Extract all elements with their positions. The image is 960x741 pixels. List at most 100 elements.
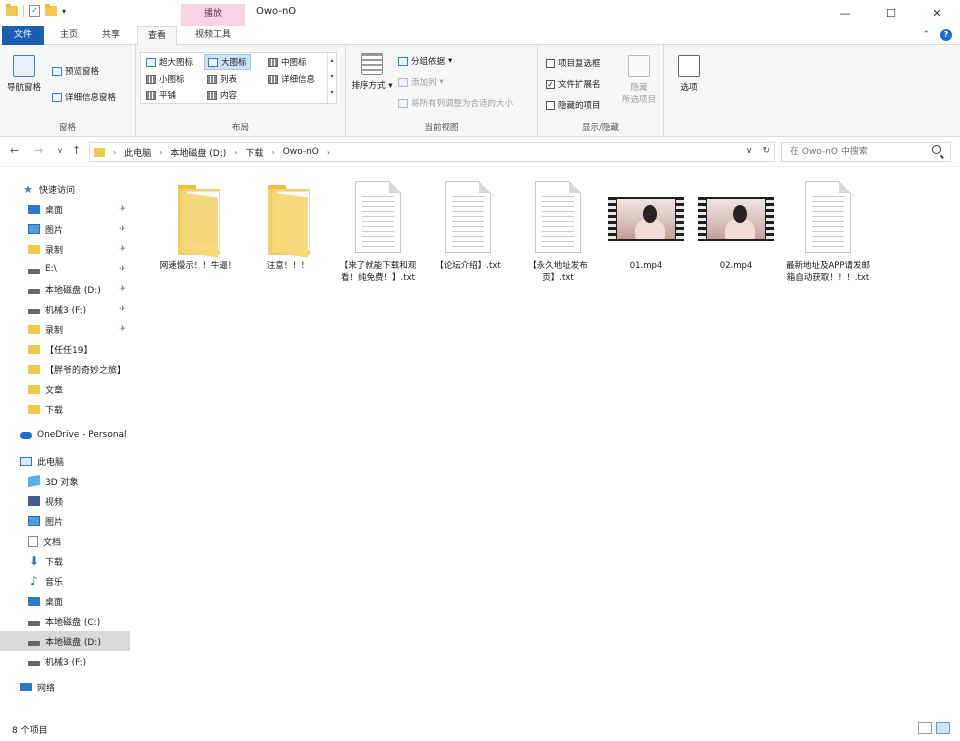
navigation-pane-button[interactable]: 导航窗格	[4, 55, 44, 93]
chevron-right-icon[interactable]: ›	[272, 148, 275, 157]
sidebar-item[interactable]: 视频	[0, 491, 130, 511]
sidebar-item[interactable]: 本地磁盘 (C:)	[0, 611, 130, 631]
sidebar-item-label: 文档	[43, 537, 62, 548]
sidebar-item[interactable]: ♪ 音乐	[0, 571, 130, 591]
help-icon[interactable]: ?	[940, 29, 952, 41]
sidebar-item[interactable]: 图片	[0, 511, 130, 531]
refresh-icon[interactable]: ↻	[762, 146, 770, 156]
pin-icon[interactable]: ✈	[119, 224, 126, 233]
sidebar-item[interactable]: 图片 ✈	[0, 219, 130, 239]
sidebar-item[interactable]: 录制 ✈	[0, 319, 130, 339]
sidebar-item[interactable]: ⬇ 下载	[0, 551, 130, 571]
sidebar-item[interactable]: 文档	[0, 531, 130, 551]
address-history-chevron-icon[interactable]: ∨	[746, 146, 753, 156]
breadcrumb-current[interactable]: Owo-nO	[283, 147, 319, 157]
new-folder-icon[interactable]	[45, 4, 57, 16]
details-pane-button[interactable]: 详细信息窗格	[52, 91, 116, 103]
file-item[interactable]: 网速慢示！！牛逼！	[154, 177, 242, 272]
layout-details[interactable]: 详细信息	[265, 72, 318, 86]
item-checkboxes-toggle[interactable]: 项目复选框	[546, 57, 601, 69]
chevron-right-icon[interactable]: ›	[234, 148, 237, 157]
file-item[interactable]: 注意！！！	[244, 177, 332, 272]
layout-gallery-scroll[interactable]: ▴ ▾ ▾	[327, 53, 336, 103]
large-icons-view-icon[interactable]	[936, 722, 950, 734]
file-item[interactable]: 01.mp4	[602, 177, 690, 272]
sidebar-item-label: 录制	[45, 325, 64, 336]
nav-quick-access[interactable]: ★ 快速访问	[0, 179, 130, 199]
chevron-right-icon[interactable]: ›	[113, 148, 116, 157]
layout-small-icons[interactable]: 小图标	[143, 72, 188, 86]
sidebar-item[interactable]: 【胖爷的奇妙之旅】	[0, 359, 130, 379]
fit-columns-button[interactable]: 将所有列调整为合适的大小	[398, 97, 513, 109]
layout-tiles[interactable]: 平铺	[143, 88, 179, 102]
pin-icon[interactable]: ✈	[119, 324, 126, 333]
address-bar[interactable]: › 此电脑 › 本地磁盘 (D:) › 下载 › Owo-nO › ∨ ↻	[89, 142, 775, 162]
file-item[interactable]: 【永久地址发布页】.txt	[514, 177, 602, 284]
pin-icon[interactable]: ✈	[119, 304, 126, 313]
back-arrow-icon[interactable]: ←	[10, 144, 19, 157]
file-item[interactable]: 最新地址及APP请发邮箱自动获取！！！.txt	[784, 177, 872, 284]
sidebar-item[interactable]: 3D 对象	[0, 471, 130, 491]
close-button[interactable]: ✕	[914, 0, 960, 26]
sidebar-item[interactable]: 桌面	[0, 591, 130, 611]
sidebar-item[interactable]: 桌面 ✈	[0, 199, 130, 219]
forward-arrow-icon[interactable]: →	[34, 144, 43, 157]
extra-large-icons-icon	[146, 57, 156, 67]
search-icon[interactable]	[932, 145, 941, 154]
customize-toolbar-icon[interactable]: ▾	[62, 7, 66, 16]
layout-medium-icons[interactable]: 中图标	[265, 55, 310, 69]
add-columns-button[interactable]: 添加列 ▾	[398, 76, 444, 88]
sidebar-item[interactable]: 录制 ✈	[0, 239, 130, 259]
sidebar-item[interactable]: 机械3 (F:)	[0, 651, 130, 671]
breadcrumb-this-pc[interactable]: 此电脑	[124, 146, 151, 159]
chevron-right-icon[interactable]: ›	[327, 148, 330, 157]
search-input[interactable]: 在 Owo-nO 中搜索	[781, 142, 951, 162]
tab-file[interactable]: 文件	[2, 26, 44, 45]
tab-view[interactable]: 查看	[137, 26, 177, 46]
tab-share[interactable]: 共享	[92, 26, 130, 45]
file-extensions-toggle[interactable]: ✓ 文件扩展名	[546, 78, 601, 90]
pin-icon[interactable]: ✈	[119, 244, 126, 253]
options-button[interactable]: 选项	[670, 55, 708, 93]
sort-by-button[interactable]: 排序方式 ▾	[350, 53, 394, 91]
maximize-button[interactable]: ☐	[868, 0, 914, 26]
nav-network[interactable]: 网络	[0, 677, 130, 697]
layout-extra-large-icons[interactable]: 超大图标	[143, 55, 196, 69]
sidebar-item[interactable]: 下载	[0, 399, 130, 419]
minimize-button[interactable]: —	[822, 0, 868, 26]
layout-item-label: 小图标	[159, 75, 185, 85]
hidden-items-toggle[interactable]: 隐藏的项目	[546, 99, 601, 111]
layout-item-label: 平铺	[159, 91, 177, 101]
file-item[interactable]: 【论坛介绍】.txt	[424, 177, 512, 272]
file-item[interactable]: 02.mp4	[692, 177, 780, 272]
breadcrumb-drive-d[interactable]: 本地磁盘 (D:)	[170, 146, 226, 159]
group-by-button[interactable]: 分组依据 ▾	[398, 55, 452, 67]
preview-pane-button[interactable]: 预览窗格	[52, 65, 99, 77]
collapse-ribbon-icon[interactable]: ⌃	[922, 30, 930, 40]
file-item[interactable]: 【来了就能下载和观看！纯免费！】.txt	[334, 177, 422, 284]
up-arrow-icon[interactable]: ↑	[72, 144, 81, 157]
layout-content[interactable]: 内容	[204, 88, 240, 102]
hide-selected-button[interactable]: 隐藏 所选项目	[618, 55, 660, 105]
recent-locations-chevron-icon[interactable]: ∨	[57, 146, 63, 155]
sidebar-item[interactable]: 机械3 (F:) ✈	[0, 299, 130, 319]
pin-icon[interactable]: ✈	[119, 284, 126, 293]
breadcrumb-downloads[interactable]: 下载	[245, 146, 263, 159]
nav-this-pc[interactable]: 此电脑	[0, 451, 130, 471]
layout-list[interactable]: 列表	[204, 72, 240, 86]
details-view-icon[interactable]	[918, 722, 932, 734]
nav-onedrive[interactable]: OneDrive - Personal	[0, 425, 130, 445]
layout-large-icons[interactable]: 大图标	[204, 54, 251, 70]
sidebar-item[interactable]: 【任任19】	[0, 339, 130, 359]
pin-icon[interactable]: ✈	[119, 204, 126, 213]
tab-video-tools[interactable]: 视频工具	[181, 26, 245, 45]
tab-home[interactable]: 主页	[50, 26, 88, 45]
pin-icon[interactable]: ✈	[119, 264, 126, 273]
desktop-icon	[28, 596, 40, 606]
sidebar-item[interactable]: 本地磁盘 (D:) ✈	[0, 279, 130, 299]
properties-icon[interactable]: ✓	[29, 5, 40, 17]
chevron-right-icon[interactable]: ›	[159, 148, 162, 157]
sidebar-item[interactable]: 文章	[0, 379, 130, 399]
sidebar-item[interactable]: 本地磁盘 (D:)	[0, 631, 130, 651]
sidebar-item[interactable]: E:\ ✈	[0, 259, 130, 279]
